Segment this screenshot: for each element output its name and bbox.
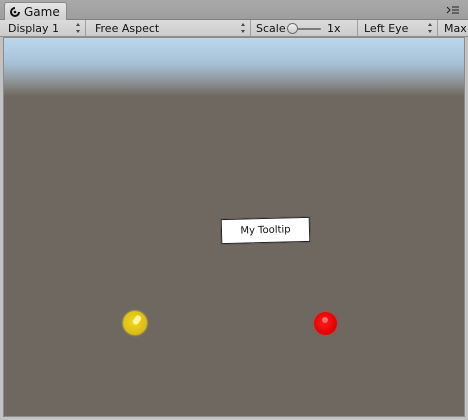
red-circle-highlight — [322, 317, 328, 323]
dropdown-arrows-icon — [241, 23, 245, 33]
aspect-dropdown[interactable]: Free Aspect — [89, 20, 251, 36]
dropdown-arrows-icon — [76, 23, 80, 33]
eye-dropdown[interactable]: Left Eye — [358, 20, 438, 36]
red-circle[interactable] — [314, 312, 337, 335]
maximize-on-play-toggle[interactable]: Max — [438, 20, 468, 36]
tab-strip: Game — [0, 0, 468, 20]
max-label: Max — [444, 22, 467, 35]
scale-value: 1x — [327, 22, 341, 35]
tooltip-text: My Tooltip — [240, 224, 291, 237]
display-label: Display 1 — [8, 22, 60, 35]
display-dropdown[interactable]: Display 1 — [2, 20, 86, 36]
scale-slider-thumb[interactable] — [287, 23, 298, 34]
tab-label: Game — [24, 4, 60, 19]
tooltip: My Tooltip — [220, 216, 311, 245]
yellow-circle-highlight — [131, 314, 143, 326]
tab-game[interactable]: Game — [4, 2, 67, 20]
skybox-gradient — [4, 38, 464, 96]
game-toolbar: Display 1 Free Aspect Scale 1x Left Eye … — [0, 20, 468, 37]
dropdown-arrows-icon — [428, 23, 432, 33]
game-controller-icon — [10, 6, 20, 18]
panel-menu-icon[interactable] — [446, 4, 460, 16]
game-window: Game Display 1 Free Aspect Scale 1x Left… — [0, 0, 468, 420]
yellow-circle[interactable] — [123, 311, 147, 335]
aspect-label: Free Aspect — [95, 22, 160, 35]
scale-label: Scale — [256, 22, 286, 35]
scale-control: Scale 1x — [251, 20, 358, 36]
game-view[interactable]: My Tooltip — [4, 38, 464, 416]
eye-label: Left Eye — [364, 22, 409, 35]
